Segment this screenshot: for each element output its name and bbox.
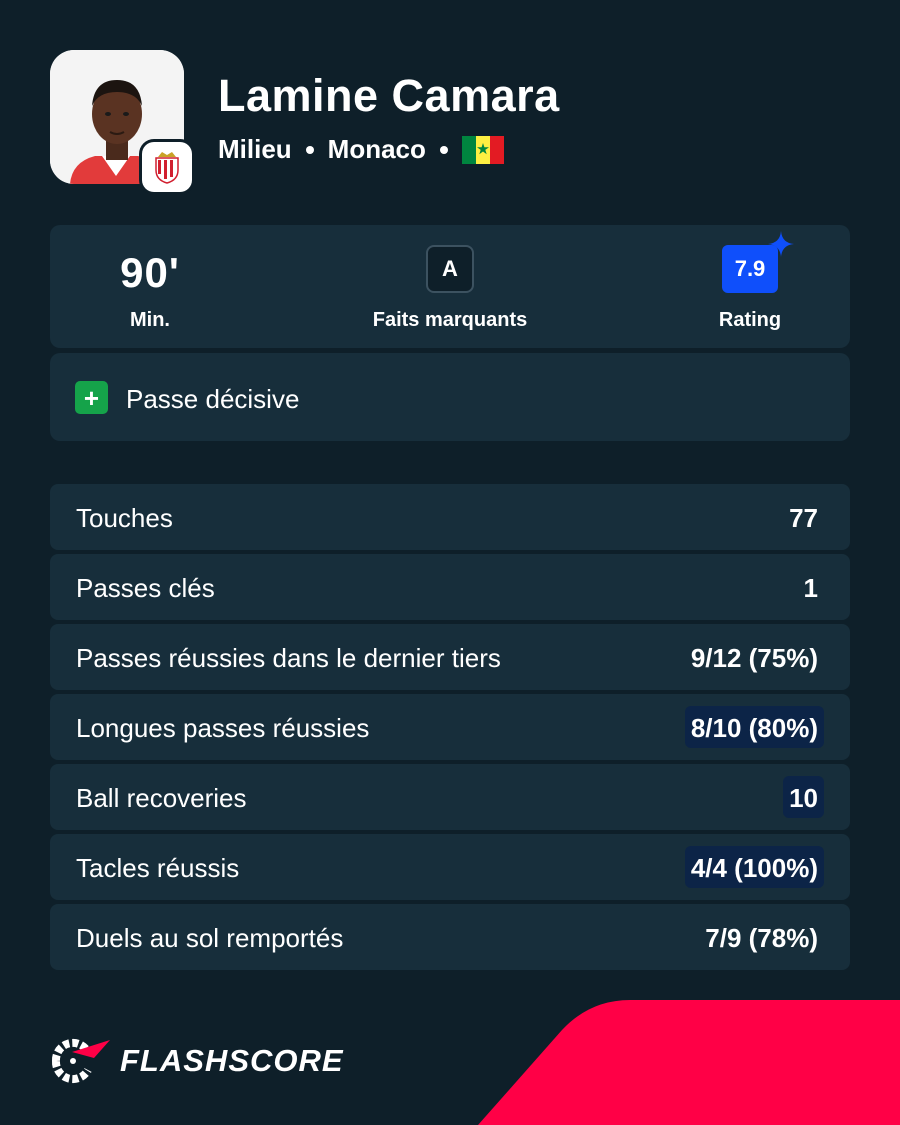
stat-label: Passes réussies dans le dernier tiers — [76, 643, 501, 673]
stat-row: Ball recoveries 10 — [50, 764, 850, 830]
stat-value: 7/9 (78%) — [705, 923, 818, 953]
stat-label: Longues passes réussies — [76, 713, 370, 743]
player-meta: Milieu Monaco — [218, 134, 504, 165]
stat-label: Tacles réussis — [76, 853, 240, 883]
plus-icon: + — [75, 381, 108, 414]
stat-label: Duels au sol remportés — [76, 923, 344, 953]
stat-row: Tacles réussis 4/4 (100%) — [50, 834, 850, 900]
stat-value: 10 — [783, 776, 824, 818]
match-summary-card: 90' Min. A Faits marquants 7.9 Rating — [50, 225, 850, 348]
minutes-stat: 90' Min. — [30, 225, 270, 348]
event-label: Passe décisive — [126, 384, 300, 414]
minutes-label: Min. — [130, 309, 170, 331]
stat-row: Passes réussies dans le dernier tiers 9/1… — [50, 624, 850, 690]
rating-label: Rating — [718, 309, 782, 331]
stat-value: 9/12 (75%) — [690, 643, 818, 673]
stat-value: 4/4 (100%) — [684, 846, 824, 888]
club-crest-icon — [142, 142, 192, 192]
sparkle-star-icon — [768, 231, 794, 257]
highlights-stat[interactable]: A Faits marquants — [330, 225, 570, 348]
flashscore-logo-icon — [51, 1038, 110, 1084]
highlights-label: Faits marquants — [372, 309, 528, 331]
highlights-badge[interactable]: A — [426, 245, 474, 293]
minutes-value: 90' — [120, 249, 180, 296]
senegal-flag-icon — [461, 135, 504, 164]
player-name: Lamine Camara — [218, 70, 560, 121]
stat-label: Ball recoveries — [76, 783, 247, 813]
stat-row: Duels au sol remportés 7/9 (78%) — [50, 904, 850, 970]
stat-row: Touches 77 — [50, 484, 850, 550]
stat-row: Passes clés 1 — [50, 554, 850, 620]
separator-dot — [305, 145, 314, 154]
stat-label: Passes clés — [76, 573, 215, 603]
flashscore-wordmark: FLASHSCORE — [120, 1043, 344, 1078]
player-club: Monaco — [327, 134, 426, 164]
stat-value: 1 — [803, 573, 818, 603]
flashscore-logo: FLASHSCORE — [48, 1038, 344, 1084]
separator-dot — [439, 145, 448, 154]
stat-label: Touches — [76, 503, 173, 533]
stat-row: Longues passes réussies 8/10 (80%) — [50, 694, 850, 760]
rating-stat: 7.9 Rating — [630, 225, 870, 348]
event-card: + Passe décisive — [50, 353, 850, 441]
stat-value: 8/10 (80%) — [684, 706, 824, 748]
player-position: Milieu — [218, 134, 292, 164]
stat-value: 77 — [789, 503, 818, 533]
